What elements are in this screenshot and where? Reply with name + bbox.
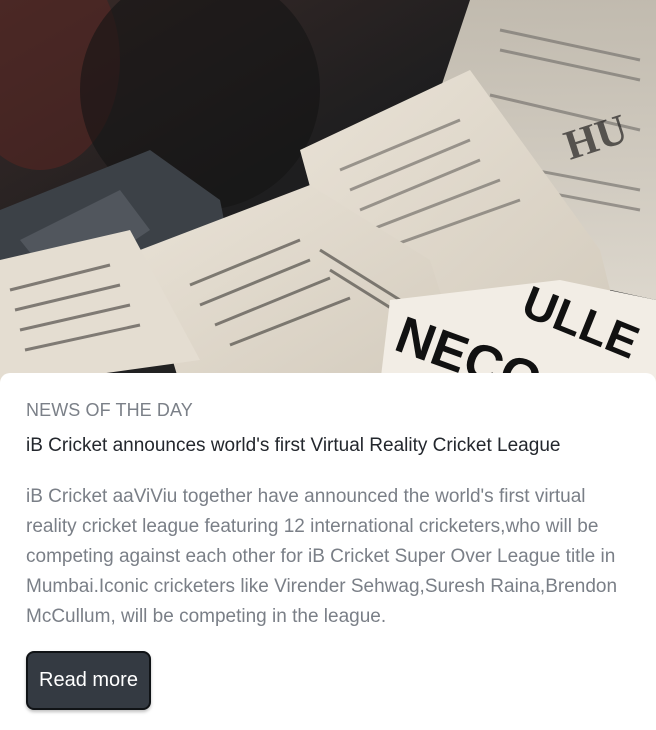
hero-image: HU NECO ULLE xyxy=(0,0,656,385)
card-body: NEWS OF THE DAY iB Cricket announces wor… xyxy=(0,373,656,730)
card-description: iB Cricket aaViViu together have announc… xyxy=(26,486,618,627)
news-card: HU NECO ULLE NEWS OF THE DAY iB Cricket … xyxy=(0,0,656,730)
card-title: iB Cricket announces world's first Virtu… xyxy=(26,435,561,456)
card-kicker: NEWS OF THE DAY xyxy=(26,400,193,420)
newspapers-illustration: HU NECO ULLE xyxy=(0,0,656,385)
read-more-button[interactable]: Read more xyxy=(26,651,151,710)
